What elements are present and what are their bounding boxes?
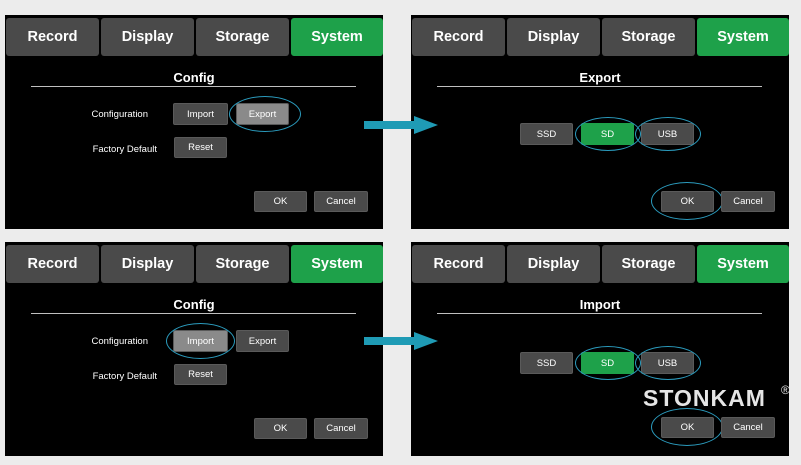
ok-button[interactable]: OK [254,191,307,212]
tab-storage[interactable]: Storage [196,18,289,56]
tab-storage[interactable]: Storage [602,245,695,283]
ok-button[interactable]: OK [661,417,714,438]
tab-system[interactable]: System [291,18,383,56]
section-title: Config [173,70,215,85]
ssd-option[interactable]: SSD [520,352,573,374]
config-panel-import-step: Record Display Storage System Config Con… [5,242,383,456]
import-button[interactable]: Import [173,330,228,352]
import-panel: Record Display Storage System Import SSD… [411,242,789,456]
section-title: Import [579,297,621,312]
cancel-button[interactable]: Cancel [721,191,775,212]
tab-storage[interactable]: Storage [196,245,289,283]
cancel-button[interactable]: Cancel [314,418,368,439]
config-panel-export-step: Record Display Storage System Config Con… [5,15,383,229]
tab-record[interactable]: Record [6,245,99,283]
tab-record[interactable]: Record [6,18,99,56]
divider [31,313,356,314]
tab-bar: Record Display Storage System [5,18,383,56]
section-title: Export [579,70,621,85]
sd-option[interactable]: SD [581,123,634,145]
tab-record[interactable]: Record [412,18,505,56]
tab-display[interactable]: Display [101,18,194,56]
divider [437,86,762,87]
registered-mark: ® [781,383,790,397]
reset-button[interactable]: Reset [174,364,227,385]
section-title: Config [173,297,215,312]
tab-system[interactable]: System [291,245,383,283]
right-arrow-icon [364,116,438,134]
tab-storage[interactable]: Storage [602,18,695,56]
ok-button[interactable]: OK [254,418,307,439]
factory-default-label: Factory Default [92,144,157,155]
ssd-option[interactable]: SSD [520,123,573,145]
divider [31,86,356,87]
tab-record[interactable]: Record [412,245,505,283]
stonkam-logo: STONKAM [643,385,766,411]
usb-option[interactable]: USB [641,123,694,145]
reset-button[interactable]: Reset [174,137,227,158]
ok-button[interactable]: OK [661,191,714,212]
export-button[interactable]: Export [236,330,289,352]
usb-option[interactable]: USB [641,352,694,374]
tab-display[interactable]: Display [507,245,600,283]
configuration-label: Configuration [91,336,148,347]
factory-default-label: Factory Default [92,371,157,382]
divider [437,313,762,314]
tab-bar: Record Display Storage System [411,18,789,56]
export-panel: Record Display Storage System Export SSD… [411,15,789,229]
tab-bar: Record Display Storage System [411,245,789,283]
cancel-button[interactable]: Cancel [721,417,775,438]
tab-display[interactable]: Display [101,245,194,283]
sd-option[interactable]: SD [581,352,634,374]
right-arrow-icon [364,332,438,350]
tab-system[interactable]: System [697,245,789,283]
tab-bar: Record Display Storage System [5,245,383,283]
import-button[interactable]: Import [173,103,228,125]
export-button[interactable]: Export [236,103,289,125]
tab-display[interactable]: Display [507,18,600,56]
tab-system[interactable]: System [697,18,789,56]
configuration-label: Configuration [91,109,148,120]
cancel-button[interactable]: Cancel [314,191,368,212]
